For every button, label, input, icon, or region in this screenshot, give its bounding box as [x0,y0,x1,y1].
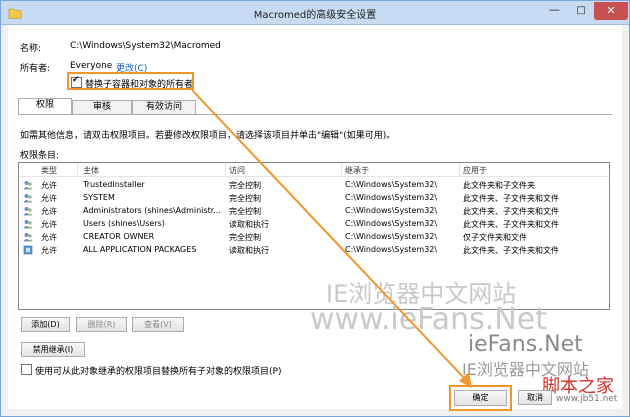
remove-button[interactable]: 删除(R) [76,317,127,332]
name-label: 名称: [20,44,42,54]
row-access: 读取和执行 [229,246,269,255]
row-applies: 仅子文件夹和文件 [463,233,527,242]
table-row[interactable]: 允许 CREATOR OWNER 完全控制 C:\Windows\System3… [19,231,609,244]
maximize-button[interactable]: □ [568,2,594,20]
tab-effective-access[interactable]: 有效访问 [132,100,196,115]
table-row[interactable]: 允许 ALL APPLICATION PACKAGES 读取和执行 C:\Win… [19,244,609,257]
row-type: 允许 [41,194,57,203]
close-button[interactable]: ✕ [594,2,628,20]
users-icon [23,207,33,216]
replace-child-permissions-label: 使用可从此对象继承的权限项目替换所有子对象的权限项目(P) [35,367,282,377]
users-icon [23,220,33,229]
add-button[interactable]: 添加(D) [21,317,70,332]
row-type: 允许 [41,246,57,255]
users-icon [23,181,33,190]
tab-permissions[interactable]: 权限 [18,98,72,115]
row-principal: TrustedInstaller [83,180,145,189]
row-inherited: C:\Windows\System32\ [345,245,438,254]
cancel-button[interactable]: 取消 [518,390,552,405]
window-title: Macromed的高级安全设置 [253,10,377,21]
users-icon [23,233,33,242]
packages-icon [23,245,33,255]
row-type: 允许 [41,181,57,190]
permission-entries-label: 权限条目: [20,151,60,161]
minimize-button[interactable]: — [541,2,568,20]
row-access: 完全控制 [229,207,261,216]
replace-owner-checkbox[interactable] [71,75,82,88]
title-bar[interactable]: Macromed的高级安全设置 — □ ✕ [1,1,629,25]
owner-label: 所有者: [20,64,51,74]
tab-divider [18,114,612,115]
row-applies: 此文件夹、子文件夹和文件 [463,246,559,255]
row-type: 允许 [41,207,57,216]
ok-button[interactable]: 确定 [454,390,507,406]
row-inherited: C:\Windows\System32\ [345,219,438,228]
table-row[interactable]: 允许 Users (shines\Users) 读取和执行 C:\Windows… [19,218,609,231]
replace-owner-label: 替换子容器和对象的所有者 [85,80,194,90]
row-principal: Administrators (shines\Administr... [83,206,221,215]
ok-highlight: 确定 [449,385,512,411]
row-inherited: C:\Windows\System32\ [345,180,438,189]
permissions-table[interactable]: 类型 主体 访问 继承于 应用于 允许 TrustedInstaller 完全控… [18,162,610,310]
replace-child-permissions-checkbox[interactable] [21,364,32,375]
row-access: 完全控制 [229,181,261,190]
column-type[interactable]: 类型 [41,165,57,176]
column-principal[interactable]: 主体 [83,165,99,176]
row-type: 允许 [41,220,57,229]
table-row[interactable]: 允许 TrustedInstaller 完全控制 C:\Windows\Syst… [19,179,609,192]
column-applies-to[interactable]: 应用于 [463,165,487,176]
view-button[interactable]: 查看(V) [132,317,184,332]
row-applies: 此文件夹和子文件夹 [463,181,535,190]
row-inherited: C:\Windows\System32\ [345,193,438,202]
watermark-text: ieFans.Net [468,332,583,357]
row-type: 允许 [41,233,57,242]
owner-value: Everyone [70,61,113,71]
disable-inheritance-button[interactable]: 禁用继承(I) [21,342,85,357]
row-access: 完全控制 [229,233,261,242]
users-icon [23,194,33,203]
row-applies: 此文件夹、子文件夹和文件 [463,194,559,203]
row-inherited: C:\Windows\System32\ [345,232,438,241]
column-access[interactable]: 访问 [229,165,245,176]
watermark-url: www.jb51.net [556,394,618,404]
info-text: 如需其他信息，请双击权限项目。若要修改权限项目，请选择该项目并单击"编辑"(如果… [20,131,396,141]
row-principal: ALL APPLICATION PACKAGES [83,245,197,254]
tab-auditing[interactable]: 审核 [72,100,132,115]
row-principal: CREATOR OWNER [83,232,155,241]
row-access: 读取和执行 [229,220,269,229]
table-row[interactable]: 允许 Administrators (shines\Administr... 完… [19,205,609,218]
row-principal: Users (shines\Users) [83,219,165,228]
row-applies: 此文件夹、子文件夹和文件 [463,220,559,229]
name-value: C:\Windows\System32\Macromed [70,41,221,51]
row-applies: 此文件夹、子文件夹和文件 [463,207,559,216]
row-access: 完全控制 [229,194,261,203]
row-inherited: C:\Windows\System32\ [345,206,438,215]
table-row[interactable]: 允许 SYSTEM 完全控制 C:\Windows\System32\ 此文件夹… [19,192,609,205]
table-header: 类型 主体 访问 继承于 应用于 [19,163,609,177]
column-inherited-from[interactable]: 继承于 [345,165,369,176]
row-principal: SYSTEM [83,193,115,202]
